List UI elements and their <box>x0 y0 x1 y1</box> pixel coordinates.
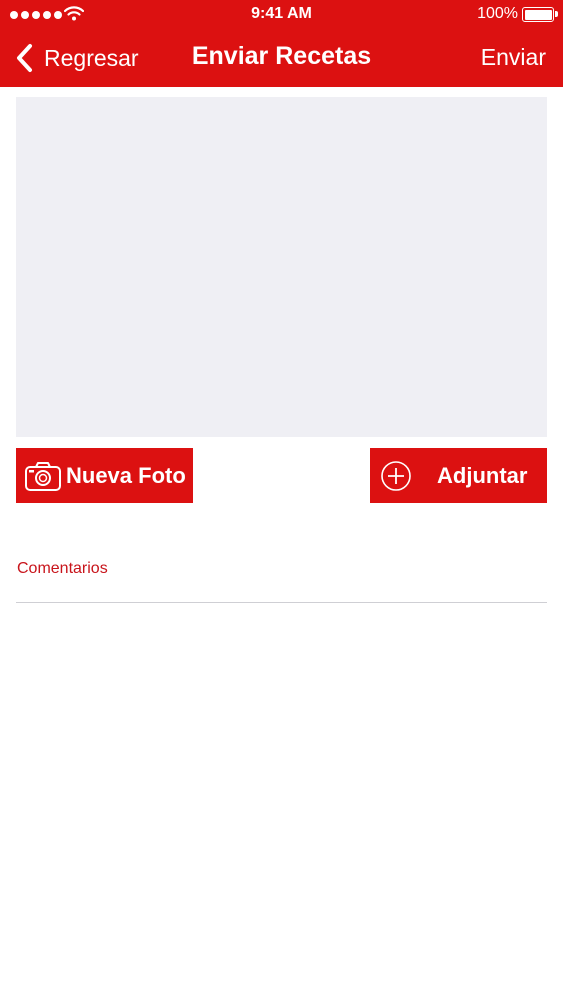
chevron-left-icon <box>17 44 32 72</box>
send-button[interactable]: Enviar <box>481 44 546 71</box>
status-bar: 9:41 AM 100% <box>0 0 563 30</box>
navigation-bar: Regresar Enviar Recetas Enviar <box>0 30 563 87</box>
attach-label: Adjuntar <box>437 462 528 488</box>
plus-circle-icon <box>381 460 411 491</box>
battery-icon <box>522 7 554 22</box>
app-header: 9:41 AM 100% Regresar Enviar Recetas Env… <box>0 0 563 87</box>
camera-icon <box>25 461 61 491</box>
comments-input[interactable] <box>16 584 547 602</box>
new-photo-button[interactable]: Nueva Foto <box>16 448 193 503</box>
battery-cap <box>555 11 558 17</box>
back-button[interactable]: Regresar <box>12 40 139 76</box>
comments-label: Comentarios <box>17 560 108 577</box>
new-photo-label: Nueva Foto <box>66 462 186 488</box>
back-button-label: Regresar <box>44 44 139 71</box>
attach-button[interactable]: Adjuntar <box>370 448 547 503</box>
photo-preview-area <box>16 97 547 437</box>
comments-divider <box>16 602 547 603</box>
battery-percent: 100% <box>477 5 518 22</box>
